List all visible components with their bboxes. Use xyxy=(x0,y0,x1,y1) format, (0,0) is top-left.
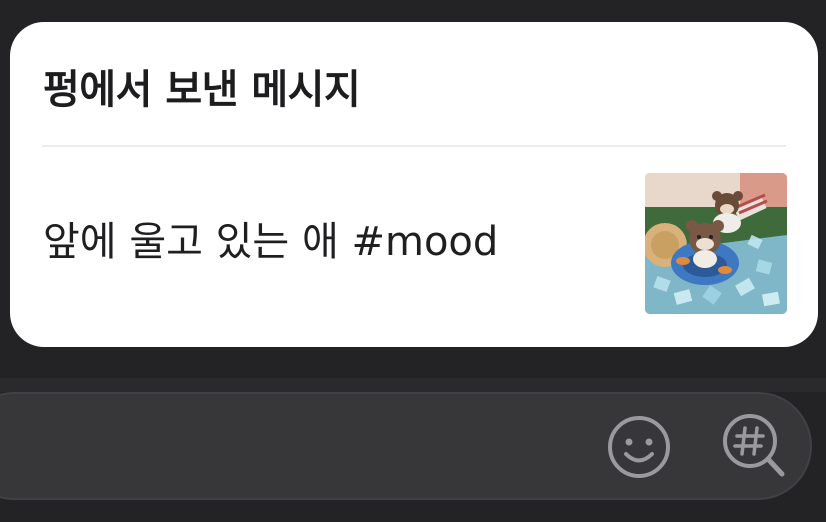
divider xyxy=(42,145,786,147)
screen: 펑에서 보낸 메시지 앞에 울고 있는 애 #mood xyxy=(0,0,826,522)
message-card[interactable]: 펑에서 보낸 메시지 앞에 울고 있는 애 #mood xyxy=(10,22,818,347)
message-text: 앞에 울고 있는 애 #mood xyxy=(43,219,499,265)
hashtag-search-icon[interactable] xyxy=(720,410,790,482)
message-input-bar[interactable] xyxy=(0,392,812,500)
smiley-icon[interactable] xyxy=(604,412,674,482)
photo-thumbnail[interactable] xyxy=(645,173,787,314)
card-title: 펑에서 보낸 메시지 xyxy=(43,67,361,113)
separator-bar xyxy=(0,378,826,392)
